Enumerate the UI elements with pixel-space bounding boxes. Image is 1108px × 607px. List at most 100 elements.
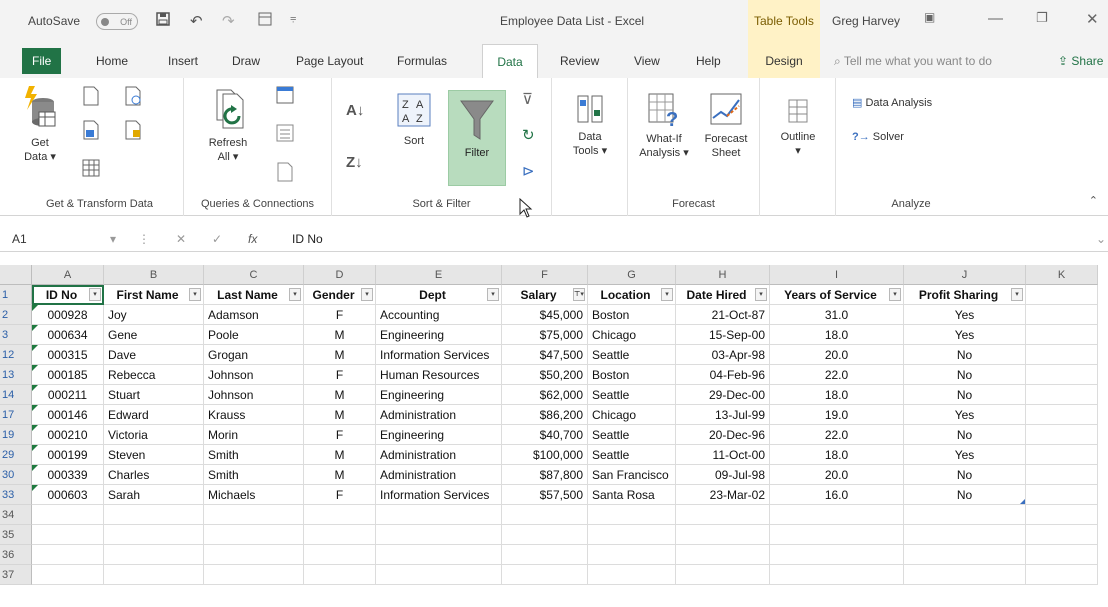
table-cell[interactable]: Smith [204,465,304,485]
tab-insert[interactable]: Insert [168,44,198,78]
row-header[interactable]: 37 [0,565,32,585]
table-cell[interactable]: Yes [904,305,1026,325]
table-cell[interactable]: No [904,345,1026,365]
table-cell[interactable] [904,565,1026,585]
table-cell[interactable]: $45,000 [502,305,588,325]
table-cell[interactable]: 000146 [32,405,104,425]
table-cell[interactable] [1026,305,1098,325]
data-tools-button[interactable]: Data Tools ▾ [566,92,614,158]
restore-icon[interactable]: ❐ [1036,10,1048,26]
table-cell[interactable]: Engineering [376,425,502,445]
table-cell[interactable]: Morin [204,425,304,445]
tab-data[interactable]: Data [482,44,538,78]
table-cell[interactable]: 29-Dec-00 [676,385,770,405]
table-cell[interactable]: 19.0 [770,405,904,425]
filter-dropdown-icon[interactable]: ▾ [1011,288,1023,301]
table-cell[interactable]: 22.0 [770,425,904,445]
table-cell[interactable]: M [304,325,376,345]
table-cell[interactable]: Seattle [588,345,676,365]
table-cell[interactable] [904,525,1026,545]
from-web-icon[interactable] [82,120,100,140]
row-header[interactable]: 2 [0,305,32,325]
table-cell[interactable]: Chicago [588,325,676,345]
table-cell[interactable] [204,505,304,525]
table-cell[interactable] [1026,425,1098,445]
table-cell[interactable] [1026,565,1098,585]
table-cell[interactable]: 000928 [32,305,104,325]
row-header[interactable]: 14 [0,385,32,405]
table-cell[interactable]: Engineering [376,325,502,345]
sort-a-to-z-icon[interactable]: A↓ [346,102,364,119]
table-cell[interactable]: F [304,365,376,385]
table-cell[interactable] [376,525,502,545]
table-cell[interactable] [502,545,588,565]
table-cell[interactable] [104,525,204,545]
row-header[interactable]: 33 [0,485,32,505]
table-cell[interactable]: Johnson [204,385,304,405]
table-header-cell[interactable]: First Name ▾ [104,285,204,305]
table-cell[interactable] [588,525,676,545]
table-cell[interactable] [676,525,770,545]
table-cell[interactable]: 16.0 [770,485,904,505]
table-header-cell[interactable]: Salary ⊤▾ [502,285,588,305]
existing-connections-icon[interactable] [124,120,142,140]
column-header-f[interactable]: F [502,265,588,285]
table-cell[interactable]: 000199 [32,445,104,465]
table-cell[interactable] [1026,445,1098,465]
table-cell[interactable]: Accounting [376,305,502,325]
table-cell[interactable] [588,565,676,585]
column-header-h[interactable]: H [676,265,770,285]
clear-filter-icon[interactable]: ⊽ [522,90,533,108]
sort-button[interactable]: Z A A Z Sort [390,92,438,148]
column-header-g[interactable]: G [588,265,676,285]
table-cell[interactable] [770,505,904,525]
table-cell[interactable] [304,525,376,545]
table-cell[interactable]: 000315 [32,345,104,365]
table-resize-handle-icon[interactable] [1020,499,1025,504]
table-cell[interactable] [376,505,502,525]
table-cell[interactable]: Santa Rosa [588,485,676,505]
column-header-c[interactable]: C [204,265,304,285]
table-cell[interactable]: 04-Feb-96 [676,365,770,385]
table-cell[interactable]: 000210 [32,425,104,445]
from-text-icon[interactable] [82,86,100,106]
column-header-j[interactable]: J [904,265,1026,285]
table-header-cell[interactable]: Gender ▾ [304,285,376,305]
tab-file[interactable]: File [22,48,62,74]
table-cell[interactable]: 20.0 [770,345,904,365]
minimize-icon[interactable]: — [988,10,1003,27]
table-cell[interactable]: $47,500 [502,345,588,365]
filter-button[interactable]: Filter [448,90,506,186]
queries-connections-icon[interactable] [276,86,294,104]
tab-review[interactable]: Review [560,44,599,78]
table-cell[interactable] [676,545,770,565]
table-cell[interactable]: 000603 [32,485,104,505]
table-cell[interactable]: Steven [104,445,204,465]
table-cell[interactable]: Grogan [204,345,304,365]
table-cell[interactable]: Human Resources [376,365,502,385]
table-cell[interactable]: $57,500 [502,485,588,505]
table-cell[interactable]: Engineering [376,385,502,405]
table-cell[interactable]: Gene [104,325,204,345]
autosave-toggle[interactable]: Off [96,13,138,30]
table-cell[interactable] [32,505,104,525]
table-cell[interactable]: $62,000 [502,385,588,405]
recent-sources-icon[interactable] [124,86,142,106]
table-cell[interactable]: Seattle [588,425,676,445]
table-cell[interactable]: Sarah [104,485,204,505]
table-cell[interactable]: Victoria [104,425,204,445]
table-cell[interactable]: Boston [588,305,676,325]
table-cell[interactable] [376,545,502,565]
table-cell[interactable]: 000211 [32,385,104,405]
table-cell[interactable]: Johnson [204,365,304,385]
table-cell[interactable]: 000634 [32,325,104,345]
table-cell[interactable]: $86,200 [502,405,588,425]
filter-applied-dropdown-icon[interactable]: ⊤▾ [573,288,585,301]
table-cell[interactable] [1026,345,1098,365]
table-cell[interactable]: No [904,385,1026,405]
table-cell[interactable]: Smith [204,445,304,465]
redo-icon[interactable]: ↷ [222,12,235,30]
row-header[interactable]: 3 [0,325,32,345]
table-cell[interactable]: Charles [104,465,204,485]
table-cell[interactable]: M [304,345,376,365]
